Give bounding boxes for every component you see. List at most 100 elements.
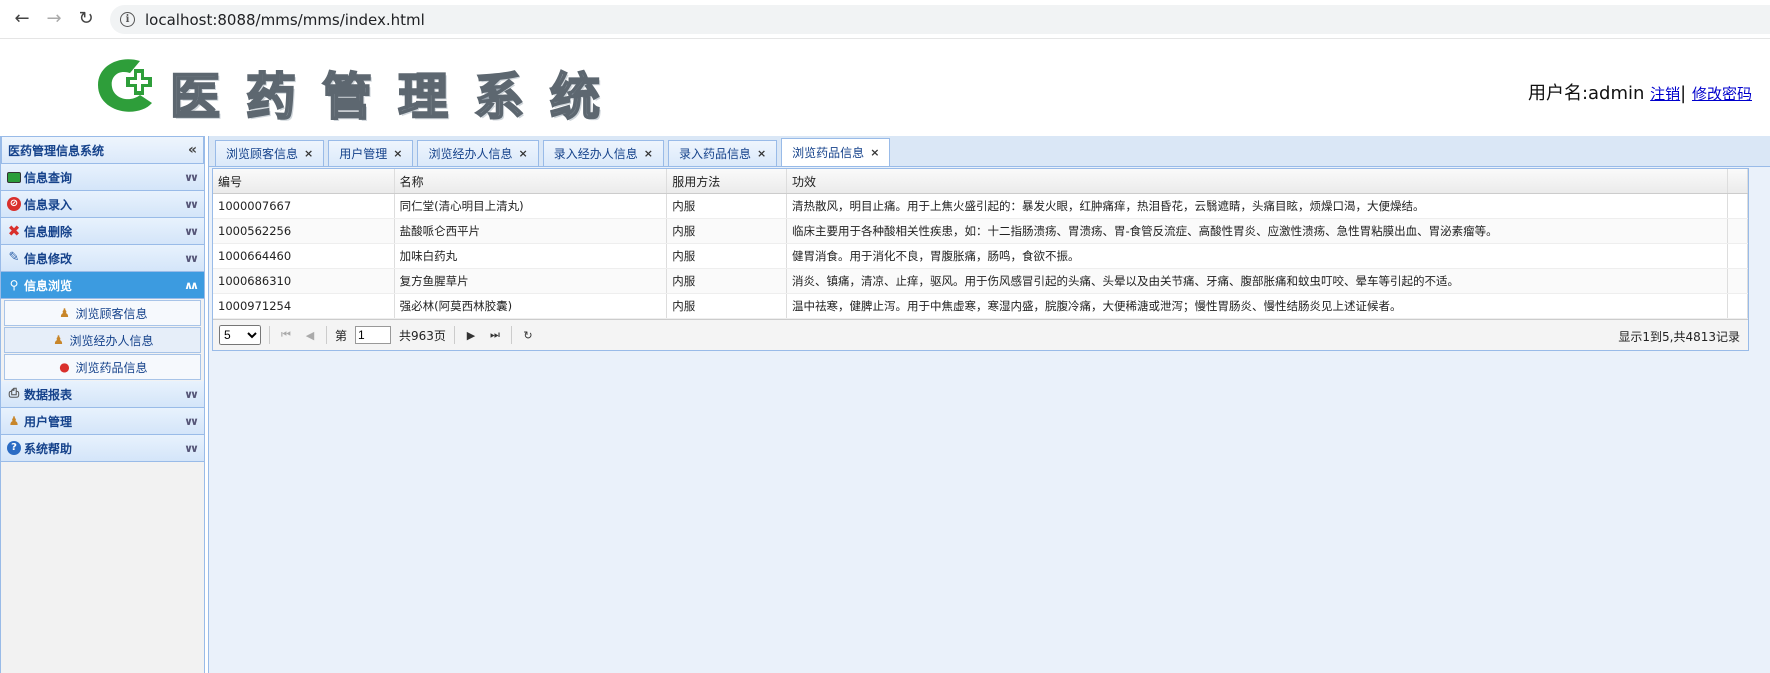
cell-id: 1000971254 (213, 293, 395, 319)
table-row[interactable]: 1000007667 同仁堂(清心明目上清丸) 内服 清热散风，明目止痛。用于上… (213, 193, 1749, 219)
pagination-bar: 5 ⏮ ◀ 第 共963页 ▶ ⏭ ↻ 显示1到5,共4813记录 (213, 319, 1748, 350)
table-row[interactable]: 1000971254 强必林(阿莫西林胶囊) 内服 温中祛寒，健脾止泻。用于中焦… (213, 293, 1749, 319)
red-x-icon: ✖ (7, 222, 21, 240)
pager-separator (326, 326, 327, 344)
sidebar-item-label: 系统帮助 (24, 441, 73, 456)
cell-spacer (1727, 218, 1749, 244)
cell-id: 1000007667 (213, 193, 395, 219)
next-page-icon[interactable]: ▶ (463, 329, 479, 342)
close-icon[interactable]: × (304, 147, 313, 160)
chevron-down-icon: ∨∨ (184, 387, 199, 401)
help-icon: ? (7, 441, 21, 455)
refresh-icon[interactable]: ↻ (520, 329, 536, 342)
app-header: 医药管理系统 用户名:admin 注销| 修改密码 (0, 39, 1770, 133)
agent-icon: ♟ (53, 333, 64, 347)
sub-item-browse-agent[interactable]: ♟ 浏览经办人信息 (4, 327, 201, 353)
cell-usage: 内服 (666, 218, 788, 244)
sub-item-browse-medicine[interactable]: ● 浏览药品信息 (4, 354, 201, 380)
page-prefix-label: 第 (335, 328, 348, 343)
tab-bar: 浏览顾客信息 × 用户管理 × 浏览经办人信息 × 录入经办人信息 × 录入药品信息 × … (209, 136, 1770, 167)
address-bar[interactable]: i localhost:8088/mms/mms/index.html (110, 5, 1770, 34)
sidebar-item-users[interactable]: ♟ 用户管理 ∨∨ (1, 408, 204, 435)
sidebar-item-help[interactable]: ? 系统帮助 ∨∨ (1, 435, 204, 462)
tab-entry-medicine[interactable]: 录入药品信息 × (667, 140, 778, 166)
chevron-down-icon: ∨∨ (184, 197, 199, 211)
app-title: 医药管理系统 (169, 66, 626, 127)
cell-spacer (1727, 293, 1749, 319)
sidebar-item-query[interactable]: 信息查询 ∨∨ (1, 164, 204, 191)
sidebar-item-label: 数据报表 (24, 387, 73, 402)
first-page-icon[interactable]: ⏮ (278, 328, 294, 342)
sidebar-item-label: 信息浏览 (24, 278, 73, 293)
tab-browse-medicine[interactable]: 浏览药品信息 × (781, 138, 891, 166)
sidebar-item-label: 用户管理 (24, 414, 73, 429)
sub-item-browse-customer[interactable]: ♟ 浏览顾客信息 (4, 300, 201, 326)
table-row[interactable]: 1000686310 复方鱼腥草片 内服 消炎、镇痛，清凉、止痒，驱风。用于伤风… (213, 268, 1749, 294)
sidebar: 医药管理信息系统 « 信息查询 ∨∨ ⊘ 信息录入 ∨∨ ✖ 信息删除 ∨∨ ✎ 信息… (0, 136, 205, 673)
close-icon[interactable]: × (518, 147, 527, 160)
table-row[interactable]: 1000562256 盐酸哌仑西平片 内服 临床主要用于各种酸相关性疾患，如：十… (213, 218, 1749, 244)
sidebar-item-delete[interactable]: ✖ 信息删除 ∨∨ (1, 218, 204, 245)
close-icon[interactable]: × (757, 147, 766, 160)
back-icon[interactable]: ← (12, 9, 32, 29)
cell-effect: 健胃消食。用于消化不良，胃腹胀痛，肠鸣，食欲不振。 (786, 243, 1728, 269)
cell-id: 1000664460 (213, 243, 395, 269)
sidebar-header: 医药管理信息系统 « (1, 136, 204, 164)
pager-separator (453, 326, 455, 344)
browser-toolbar: ← → ↻ i localhost:8088/mms/mms/index.htm… (0, 0, 1770, 39)
cell-effect: 温中祛寒，健脾止泻。用于中焦虚寒，寒湿内盛，脘腹冷痛，大便稀溏或泄泻；慢性胃肠炎… (786, 293, 1728, 319)
tab-entry-agent[interactable]: 录入经办人信息 × (542, 140, 664, 166)
tab-label: 浏览经办人信息 (428, 147, 513, 161)
double-chevron-left-icon[interactable]: « (188, 142, 197, 158)
column-header-spacer (1727, 169, 1749, 194)
logout-link[interactable]: 注销 (1650, 85, 1680, 103)
customer-icon: ♟ (59, 306, 70, 320)
sidebar-item-entry[interactable]: ⊘ 信息录入 ∨∨ (1, 191, 204, 218)
chevron-down-icon: ∨∨ (184, 170, 199, 184)
tab-browse-customer[interactable]: 浏览顾客信息 × (215, 140, 325, 166)
sidebar-item-modify[interactable]: ✎ 信息修改 ∨∨ (1, 245, 204, 272)
chevron-down-icon: ∨∨ (184, 251, 199, 265)
cell-effect: 消炎、镇痛，清凉、止痒，驱风。用于伤风感冒引起的头痛、头晕以及由关节痛、牙痛、腹… (786, 268, 1728, 294)
cell-usage: 内服 (666, 243, 788, 269)
sidebar-title: 医药管理信息系统 (8, 143, 105, 158)
logo-icon (98, 59, 152, 112)
tab-user-management[interactable]: 用户管理 × (328, 140, 414, 166)
sidebar-item-report[interactable]: ⎙ 数据报表 ∨∨ (1, 381, 204, 408)
cell-effect: 清热散风，明目止痛。用于上焦火盛引起的：暴发火眼，红肿痛痒，热泪昏花，云翳遮睛，… (786, 193, 1728, 219)
cell-name: 强必林(阿莫西林胶囊) (394, 293, 668, 319)
cell-spacer (1727, 243, 1749, 269)
cell-id: 1000686310 (213, 268, 395, 294)
change-password-link[interactable]: 修改密码 (1692, 85, 1752, 103)
table-row[interactable]: 1000664460 加味白药丸 内服 健胃消食。用于消化不良，胃腹胀痛，肠鸣，… (213, 243, 1749, 269)
table-header-row: 编号 名称 服用方法 功效 (213, 169, 1749, 194)
last-page-icon[interactable]: ⏭ (487, 328, 503, 342)
prev-page-icon[interactable]: ◀ (302, 329, 318, 342)
page-number-input[interactable] (355, 326, 392, 344)
sidebar-item-label: 信息修改 (24, 251, 73, 266)
close-icon[interactable]: × (644, 147, 653, 160)
tab-browse-agent[interactable]: 浏览经办人信息 × (417, 140, 539, 166)
column-header-effect[interactable]: 功效 (786, 169, 1728, 194)
user-area: 用户名:admin 注销| 修改密码 (1528, 79, 1752, 105)
tab-label: 录入药品信息 (678, 147, 751, 161)
close-icon[interactable]: × (393, 147, 402, 160)
pager-separator (510, 326, 512, 344)
sidebar-item-browse[interactable]: ⚲ 信息浏览 ∧∧ (1, 272, 204, 299)
column-header-name[interactable]: 名称 (394, 169, 668, 194)
monitor-icon (7, 171, 21, 183)
cell-spacer (1727, 268, 1749, 294)
column-header-id[interactable]: 编号 (213, 169, 395, 194)
sidebar-item-label: 信息查询 (24, 170, 73, 185)
cell-name: 复方鱼腥草片 (394, 268, 668, 294)
page-size-select[interactable]: 5 (219, 325, 261, 345)
magnifier-icon: ⚲ (9, 278, 19, 292)
forward-icon[interactable]: → (44, 9, 64, 29)
sidebar-item-label: 信息删除 (24, 224, 73, 239)
main-content: 浏览顾客信息 × 用户管理 × 浏览经办人信息 × 录入经办人信息 × 录入药品信息 × … (208, 136, 1770, 673)
cell-effect: 临床主要用于各种酸相关性疾患，如：十二指肠溃疡、胃溃疡、胃-食管反流症、高酸性胃… (786, 218, 1728, 244)
info-icon[interactable]: i (120, 12, 135, 27)
reload-icon[interactable]: ↻ (76, 9, 96, 29)
column-header-usage[interactable]: 服用方法 (666, 169, 788, 194)
close-icon[interactable]: × (870, 146, 879, 159)
